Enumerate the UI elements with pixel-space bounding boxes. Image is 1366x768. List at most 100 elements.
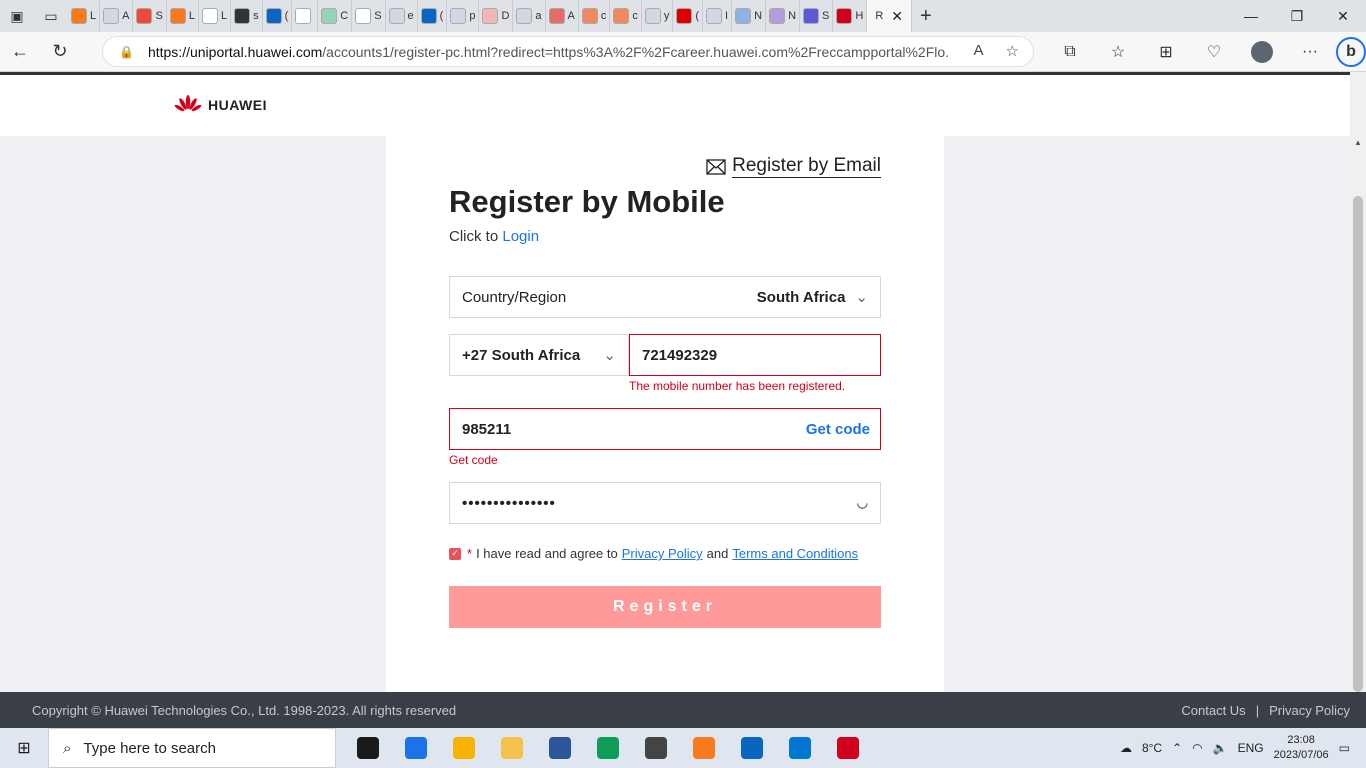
collections-icon[interactable]: ⊞ [1144,42,1188,62]
taskbar-app-edge[interactable] [584,728,632,768]
windows-start-icon[interactable]: ⊞ [0,738,48,758]
browser-tab[interactable]: A [100,0,134,32]
workspaces-icon[interactable]: ▣ [0,0,34,32]
taskbar-app-chatgpt[interactable] [632,728,680,768]
browser-tab[interactable]: c [610,0,642,32]
page-scrollbar[interactable]: ▲ [1350,72,1366,692]
read-aloud-icon[interactable]: A [974,42,984,60]
performance-icon[interactable]: ♡ [1192,42,1236,62]
tab-favicon-icon [613,8,630,24]
browser-tab[interactable]: N [732,0,767,32]
browser-tab[interactable]: p [447,0,480,32]
taskbar-app-file-explorer[interactable] [488,728,536,768]
close-icon[interactable]: ✕ [891,8,903,25]
more-options-icon[interactable]: ··· [1288,43,1332,61]
privacy-policy-link[interactable]: Privacy Policy [622,546,703,561]
minimize-icon[interactable]: — [1228,0,1274,32]
close-window-icon[interactable]: ✕ [1320,0,1366,32]
scroll-up-icon[interactable]: ▲ [1354,138,1362,147]
country-region-select[interactable]: Country/Region South Africa ⌄ [449,276,881,318]
browser-tab[interactable]: L [199,0,232,32]
phone-code-select[interactable]: +27 South Africa ⌄ [449,334,629,376]
tab-label: R [875,10,884,22]
bing-icon[interactable]: b [1336,37,1366,67]
url-text[interactable]: https://uniportal.huawei.com/accounts1/r… [148,44,948,60]
browser-tab[interactable]: c [579,0,611,32]
browser-tab[interactable]: S [133,0,167,32]
browser-tab[interactable]: D [479,0,514,32]
contact-us-link[interactable]: Contact Us [1181,703,1245,718]
browser-tab[interactable]: s [231,0,263,32]
chevron-down-icon: ⌄ [855,289,868,306]
extensions-icon[interactable]: ⧉ [1048,43,1092,61]
browser-tab[interactable]: A [546,0,579,32]
clock[interactable]: 23:08 2023/07/06 [1274,733,1329,763]
hide-password-icon[interactable]: ◡ [857,495,868,511]
taskbar-app-outlook[interactable] [728,728,776,768]
taskbar-app-task-view[interactable] [344,728,392,768]
language-indicator[interactable]: ENG [1238,741,1264,755]
notifications-icon[interactable]: ▭ [1339,741,1350,755]
huawei-logo[interactable]: HUAWEI [174,95,267,115]
verification-code-input[interactable]: 985211 Get code [449,408,881,450]
taskbar-app-vscode[interactable] [776,728,824,768]
restore-icon[interactable]: ❐ [1274,0,1320,32]
taskbar-app-mail[interactable] [392,728,440,768]
register-by-email-link[interactable]: Register by Email [706,155,881,178]
browser-tab[interactable]: H [833,0,868,32]
browser-tab[interactable]: ( [673,0,704,32]
profile-avatar[interactable] [1251,41,1273,63]
browser-tab[interactable] [292,0,319,32]
country-label: Country/Region [462,288,567,306]
favorites-icon[interactable]: ☆ [1096,42,1140,62]
browser-tab[interactable]: C [318,0,353,32]
browser-tab[interactable]: y [642,0,674,32]
wifi-icon[interactable]: ◠ [1192,741,1202,755]
logo-text: HUAWEI [208,97,267,113]
browser-tab[interactable]: ( [263,0,293,32]
browser-tab[interactable]: ( [418,0,448,32]
browser-tab[interactable]: I [703,0,733,32]
tab-actions-icon[interactable]: ▭ [34,0,68,32]
refresh-icon[interactable]: ↻ [40,32,80,72]
register-button[interactable]: Register [449,586,881,628]
favorite-star-icon[interactable]: ☆ [1006,42,1019,60]
required-star: * [467,546,473,561]
taskbar-app-xampp[interactable] [680,728,728,768]
terms-link[interactable]: Terms and Conditions [732,546,858,561]
page-viewport: HUAWEI Register by Email Register by Mob… [0,72,1350,692]
agree-text: I have read and agree to [476,546,618,561]
taskbar-search[interactable]: ⌕ Type here to search [48,728,336,768]
browser-tab[interactable]: L [68,0,101,32]
chevron-up-icon[interactable]: ⌃ [1172,741,1182,755]
tab-favicon-icon [516,8,533,24]
login-link[interactable]: Login [502,228,539,245]
taskbar-app-chrome[interactable] [440,728,488,768]
address-bar[interactable]: 🔒 https://uniportal.huawei.com/accounts1… [102,36,1034,67]
weather-icon[interactable]: ☁ [1120,741,1132,755]
footer-privacy-link[interactable]: Privacy Policy [1269,703,1350,718]
get-code-button[interactable]: Get code [806,421,870,438]
volume-icon[interactable]: 🔈 [1213,741,1228,755]
taskbar-app-wps[interactable] [824,728,872,768]
agree-checkbox[interactable]: ✓ [449,547,461,560]
browser-tab[interactable]: S [800,0,834,32]
browser-tab[interactable]: a [513,0,546,32]
tab-label: c [632,10,638,22]
scroll-thumb[interactable] [1353,196,1363,692]
browser-tab[interactable]: S [352,0,386,32]
password-input[interactable]: ••••••••••••••• ◡ [449,482,881,524]
mobile-number-value: 721492329 [642,346,718,364]
tab-favicon-icon [201,8,218,24]
back-icon[interactable]: ← [0,32,40,72]
browser-tab[interactable]: e [386,0,418,32]
weather-temp[interactable]: 8°C [1142,741,1162,755]
taskbar-app-word-like[interactable] [536,728,584,768]
new-tab-icon[interactable]: + [920,5,932,28]
browser-tab[interactable]: L [167,0,199,32]
lock-icon[interactable]: 🔒 [119,45,134,59]
browser-tab[interactable]: N [766,0,801,32]
tab-label: p [469,10,476,22]
mobile-number-input[interactable]: 721492329 [629,334,881,376]
tab-active[interactable]: R ✕ [867,0,912,32]
